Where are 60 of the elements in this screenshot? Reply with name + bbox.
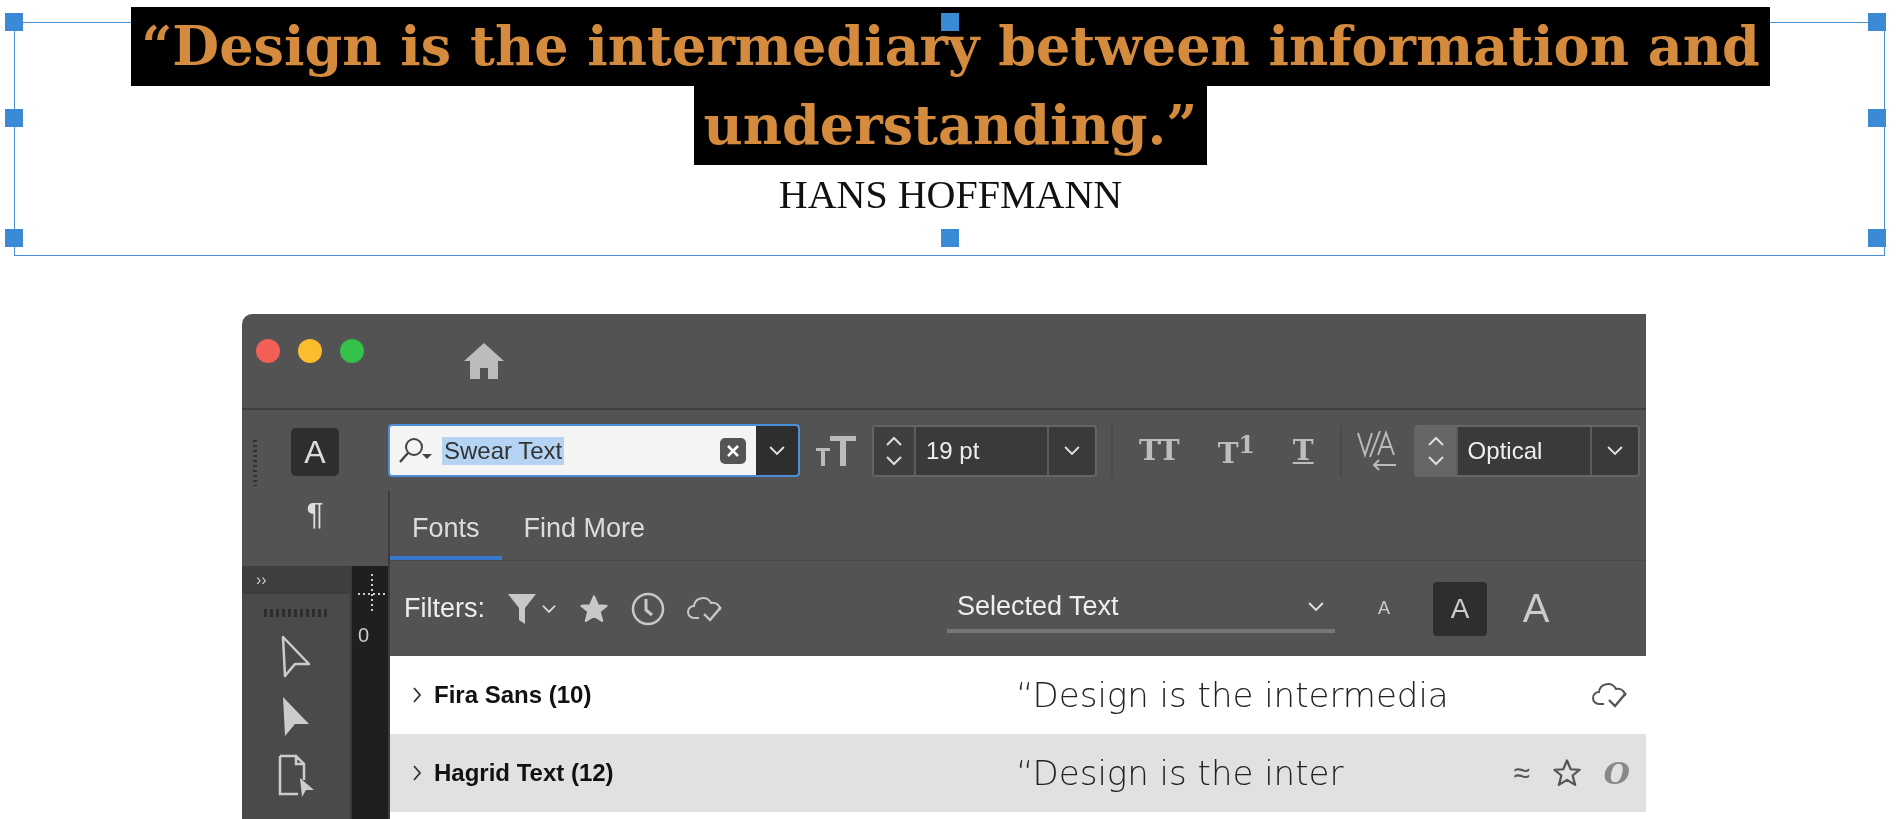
superscript-button[interactable]: T$^{1}$	[1205, 430, 1267, 471]
grip-icon[interactable]	[252, 440, 258, 486]
quote-text: “Design is the intermediary between information and	[131, 7, 1770, 86]
underline-button[interactable]: T	[1280, 434, 1326, 467]
selection-handle[interactable]	[5, 229, 23, 247]
selection-tool-icon[interactable]	[279, 634, 313, 678]
attribution-text: HANS HOFFMANN	[778, 171, 1123, 218]
filters-label: Filters:	[404, 593, 485, 624]
close-button[interactable]	[256, 339, 280, 363]
font-name: Hagrid Text (12)	[434, 759, 615, 787]
maximize-button[interactable]	[340, 339, 364, 363]
home-icon[interactable]	[462, 341, 506, 381]
font-size-field[interactable]: 19 pt	[872, 424, 1097, 477]
sample-size-button[interactable]: A	[1433, 581, 1487, 636]
font-sample: “Design is the inter	[1016, 752, 1345, 795]
font-name: Fira Sans (10)	[434, 681, 593, 709]
star-icon[interactable]	[579, 593, 609, 624]
ruler-mark-icon	[358, 574, 388, 614]
minimize-button[interactable]	[298, 339, 322, 363]
chevron-down-icon	[1307, 601, 1325, 612]
chevron-right-icon[interactable]	[412, 764, 422, 782]
kerning-field[interactable]: Optical	[1413, 424, 1640, 477]
chevron-down-icon	[768, 445, 786, 456]
selection-handle[interactable]	[1868, 109, 1886, 127]
clear-button[interactable]	[720, 437, 746, 464]
selection-handle[interactable]	[941, 229, 959, 247]
favorite-star-icon[interactable]	[1551, 758, 1582, 788]
font-row[interactable]: Hagrid Text (12) “Design is the inter ≈ O	[390, 734, 1646, 812]
font-size-icon	[814, 433, 858, 468]
ruler-number: 0	[358, 624, 371, 647]
selection-handle[interactable]	[5, 13, 23, 31]
clock-icon[interactable]	[631, 591, 665, 626]
chevron-right-icon[interactable]	[412, 686, 422, 704]
font-row[interactable]: Fira Sans (10) “Design is the intermedia	[390, 656, 1646, 734]
grip-icon[interactable]	[264, 608, 328, 618]
sample-size-button[interactable]: A	[1509, 581, 1563, 636]
character-mode-button[interactable]: A	[291, 428, 339, 476]
cloud-check-icon[interactable]	[1592, 680, 1630, 710]
selection-handle[interactable]	[5, 109, 23, 127]
show-dropdown[interactable]: Selected Text	[947, 584, 1335, 633]
chevron-down-icon	[1063, 445, 1081, 456]
all-caps-button[interactable]: TT	[1127, 434, 1192, 467]
font-type-mark: O	[1603, 755, 1630, 791]
sample-size-button[interactable]: A	[1357, 581, 1411, 636]
chevron-down-icon	[1605, 445, 1624, 456]
chevron-down-icon	[541, 603, 557, 614]
font-sample: “Design is the intermedia	[1016, 674, 1450, 717]
quote-text: understanding.”	[693, 86, 1208, 165]
close-icon[interactable]	[726, 443, 740, 458]
tab[interactable]: Find More	[501, 491, 668, 560]
filter-icon[interactable]	[507, 591, 537, 626]
selection-handle[interactable]	[1868, 229, 1886, 247]
dropdown-button[interactable]	[756, 426, 798, 475]
selection-handle[interactable]	[1868, 13, 1886, 31]
paragraph-mode-button[interactable]: ¶	[291, 490, 339, 538]
collapse-button[interactable]: ››	[242, 566, 350, 594]
search-field[interactable]: Swear Text	[388, 424, 800, 477]
page-tool-icon[interactable]	[276, 754, 316, 798]
similar-fonts-button[interactable]: ≈	[1513, 756, 1530, 790]
tab[interactable]: Fonts	[390, 491, 502, 560]
